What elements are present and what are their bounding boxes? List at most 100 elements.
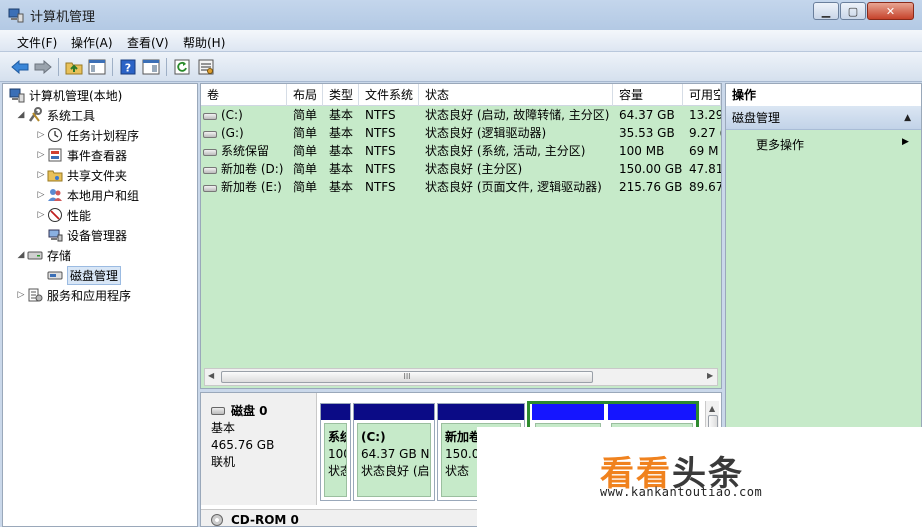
tree-item-device-manager[interactable]: 设备管理器	[47, 225, 127, 245]
show-tree-button[interactable]	[87, 57, 107, 77]
cell-type: 基本	[329, 144, 354, 158]
refresh-button[interactable]	[172, 57, 192, 77]
volume-list: 卷 布局 类型 文件系统 状态 容量 可用空 (C:)简单基本NTFS状态良好 …	[200, 83, 722, 389]
cell-status: 状态良好 (系统, 活动, 主分区)	[425, 144, 586, 158]
tree-label: 计算机管理(本地)	[29, 88, 123, 103]
partition-c[interactable]: (C:) 64.37 GB N 状态良好 (启	[353, 403, 435, 501]
column-header-status[interactable]: 状态	[419, 84, 613, 106]
menu-action[interactable]: 操作(A)	[71, 34, 113, 51]
collapsed-triangle-icon[interactable]: ▷	[35, 150, 47, 160]
close-icon: ✕	[885, 4, 896, 18]
volume-row[interactable]: 新加卷 (D:) 简单 基本 NTFS 状态良好 (主分区) 150.00 GB 47.81	[201, 160, 721, 178]
tree-item-local-users[interactable]: ▷ 本地用户和组	[35, 185, 139, 205]
volume-row[interactable]: (G:) 简单 基本 NTFS 状态良好 (逻辑驱动器) 35.53 GB 9.27 (	[201, 124, 721, 142]
tree-item-services-apps[interactable]: ▷ 服务和应用程序	[15, 285, 131, 305]
device-manager-icon	[47, 227, 63, 243]
services-icon	[27, 287, 43, 303]
horizontal-scrollbar[interactable]: ◀ III ▶	[204, 368, 718, 386]
cell-volume: 新加卷 (E:)	[201, 178, 287, 196]
toolbar-separator	[166, 58, 167, 76]
cell-capacity: 150.00 GB	[619, 162, 683, 176]
toolbar-separator	[58, 58, 59, 76]
collapsed-triangle-icon[interactable]: ▷	[15, 290, 27, 300]
help-button[interactable]: ?	[118, 57, 138, 77]
expanded-triangle-icon[interactable]: ◢	[15, 110, 27, 120]
volume-row[interactable]: 系统保留 简单 基本 NTFS 状态良好 (系统, 活动, 主分区) 100 MB 69 M	[201, 142, 721, 160]
tree-label: 共享文件夹	[67, 168, 128, 183]
menu-help[interactable]: 帮助(H)	[183, 34, 225, 51]
column-header-type[interactable]: 类型	[323, 84, 359, 106]
tree-item-task-scheduler[interactable]: ▷ 任务计划程序	[35, 125, 139, 145]
cell-type: 基本	[329, 126, 354, 140]
back-button[interactable]	[10, 57, 30, 77]
scrollbar-thumb[interactable]: III	[221, 371, 593, 383]
volume-name: (C:)	[221, 108, 243, 122]
minimize-button[interactable]: ▁	[813, 2, 839, 20]
column-header-free-space[interactable]: 可用空	[683, 84, 721, 106]
tree-label: 性能	[67, 208, 92, 223]
tree-root[interactable]: 计算机管理(本地)	[9, 85, 122, 105]
cell-free-space: 69 M	[689, 144, 719, 158]
cell-layout: 简单	[293, 144, 318, 158]
tree-label: 事件查看器	[67, 148, 128, 163]
properties-icon	[198, 59, 214, 75]
more-actions-link[interactable]: 更多操作	[756, 136, 804, 153]
collapse-up-icon[interactable]: ▲	[904, 106, 911, 130]
cell-free-space: 89.67	[689, 180, 721, 194]
show-action-pane-button[interactable]	[141, 57, 161, 77]
expanded-triangle-icon[interactable]: ◢	[15, 250, 27, 260]
volume-row[interactable]: 新加卷 (E:) 简单 基本 NTFS 状态良好 (页面文件, 逻辑驱动器) 215.76…	[201, 178, 721, 196]
up-level-button[interactable]	[64, 57, 84, 77]
submenu-arrow-icon: ▶	[902, 137, 909, 147]
collapsed-triangle-icon[interactable]: ▷	[35, 190, 47, 200]
tree-item-event-viewer[interactable]: ▷ 事件查看器	[35, 145, 127, 165]
disk-size: 465.76 GB	[211, 438, 275, 452]
menu-view[interactable]: 查看(V)	[127, 34, 169, 51]
cell-filesystem: NTFS	[365, 144, 396, 158]
disk-status: 联机	[211, 455, 236, 469]
column-header-volume[interactable]: 卷	[201, 84, 287, 106]
tree-item-system-tools[interactable]: ◢ 系统工具	[15, 105, 95, 125]
collapsed-triangle-icon[interactable]: ▷	[35, 130, 47, 140]
partition-body: 系统 100 状态	[324, 423, 347, 497]
column-header-layout[interactable]: 布局	[287, 84, 323, 106]
partition-status: 状态	[328, 464, 346, 478]
scroll-up-icon[interactable]: ▲	[709, 404, 715, 413]
partition-status: 状态良好 (启	[361, 464, 430, 478]
tree-label: 服务和应用程序	[47, 288, 132, 303]
volume-row[interactable]: (C:) 简单 基本 NTFS 状态良好 (启动, 故障转储, 主分区) 64.37 GB…	[201, 106, 721, 124]
cell-type: 基本	[329, 180, 354, 194]
scroll-right-icon[interactable]: ▶	[707, 371, 713, 380]
forward-button[interactable]	[33, 57, 53, 77]
volume-drive-icon	[203, 113, 217, 120]
tree-item-shared-folders[interactable]: ▷ 共享文件夹	[35, 165, 127, 185]
help-icon: ?	[120, 59, 136, 75]
volume-drive-icon	[203, 131, 217, 138]
logical-partition-bar	[532, 404, 604, 420]
volume-drive-icon	[203, 167, 217, 174]
maximize-button[interactable]: ▢	[840, 2, 866, 20]
tree-item-storage[interactable]: ◢ 存储	[15, 245, 71, 265]
volume-name: 新加卷 (D:)	[221, 162, 284, 176]
cell-layout: 简单	[293, 126, 318, 140]
tree-item-disk-management[interactable]: 磁盘管理	[47, 265, 122, 285]
collapsed-triangle-icon[interactable]: ▷	[35, 170, 47, 180]
computer-management-icon	[8, 7, 24, 23]
partition-size: 100	[328, 447, 346, 461]
partition-system-reserved[interactable]: 系统 100 状态	[320, 403, 351, 501]
actions-section-disk-management[interactable]: 磁盘管理 ▲	[726, 106, 921, 130]
performance-icon	[47, 207, 63, 223]
menu-file[interactable]: 文件(F)	[17, 34, 57, 51]
close-button[interactable]: ✕	[867, 2, 914, 20]
properties-button[interactable]	[196, 57, 216, 77]
disk-0-info[interactable]: 磁盘 0 基本 465.76 GB 联机	[201, 393, 317, 505]
column-header-capacity[interactable]: 容量	[613, 84, 683, 106]
cell-layout: 简单	[293, 162, 318, 176]
tree-item-performance[interactable]: ▷ 性能	[35, 205, 91, 225]
cell-filesystem: NTFS	[365, 162, 396, 176]
collapsed-triangle-icon[interactable]: ▷	[35, 210, 47, 220]
column-header-filesystem[interactable]: 文件系统	[359, 84, 419, 106]
partition-name: (C:)	[361, 430, 386, 444]
clock-icon	[47, 127, 63, 143]
scroll-left-icon[interactable]: ◀	[208, 371, 214, 380]
